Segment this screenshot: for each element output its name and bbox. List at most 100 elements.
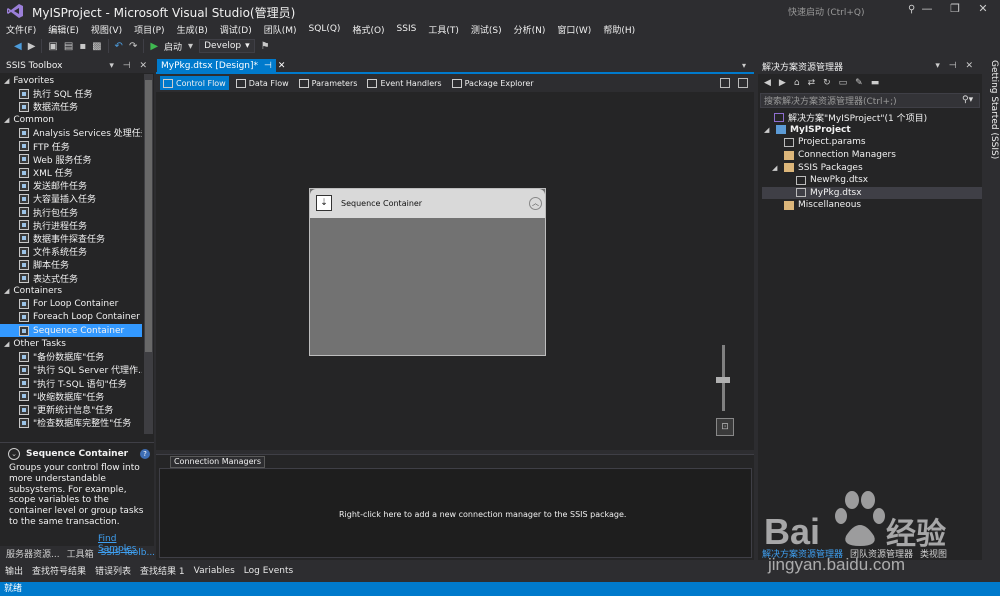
toolbox-item[interactable]: "检查数据库完整性"任务 (0, 416, 142, 429)
forward-icon[interactable]: ▶ (779, 78, 786, 88)
toolbox-item[interactable]: 数据流任务 (0, 100, 142, 113)
menu-team[interactable]: 团队(M) (264, 23, 297, 36)
new-project-icon[interactable]: ▣ (48, 41, 57, 52)
tree-item-solution[interactable]: 解决方案"MyISProject"(1 个项目) (762, 111, 982, 124)
expanded-triangle-icon[interactable]: ◢ (772, 164, 780, 172)
tab-event-handlers[interactable]: Event Handlers (364, 76, 444, 90)
help-icon[interactable]: ? (140, 449, 150, 459)
show-all-files-icon[interactable]: ▬ (871, 78, 880, 88)
collapse-chevron-icon[interactable]: ⌄ (8, 448, 20, 460)
tree-item-project[interactable]: ◢ MyISProject (762, 124, 982, 137)
home-icon[interactable]: ⌂ (794, 78, 800, 88)
toolbox-item[interactable]: XML 任务 (0, 166, 142, 179)
sequence-container[interactable]: ⇣ Sequence Container ︿ (309, 188, 546, 356)
menu-test[interactable]: 测试(S) (471, 23, 502, 36)
category-containers[interactable]: ◢ Containers (0, 285, 142, 298)
toolbox-item[interactable]: 执行包任务 (0, 206, 142, 219)
panel-pin-close-icons[interactable]: ▾ ⊣ ✕ (109, 61, 150, 71)
tree-item-connection-managers[interactable]: Connection Managers (762, 149, 982, 162)
tab-ssis-toolbox[interactable]: SSIS Toolb... (101, 548, 155, 558)
back-icon[interactable]: ◀ (14, 41, 22, 52)
tab-parameters[interactable]: Parameters (296, 76, 361, 90)
tab-package-explorer[interactable]: Package Explorer (449, 76, 537, 90)
toolbox-item-selected[interactable]: Sequence Container (0, 324, 142, 338)
expanded-triangle-icon[interactable]: ◢ (764, 126, 772, 134)
toolbox-item[interactable]: "备份数据库"任务 (0, 350, 142, 363)
refresh-icon[interactable]: ↻ (823, 78, 831, 88)
menu-sql[interactable]: SQL(Q) (309, 24, 341, 34)
back-icon[interactable]: ◀ (764, 78, 771, 88)
close-button[interactable]: ✕ (972, 2, 994, 18)
tree-item-newpkg[interactable]: NewPkg.dtsx (762, 174, 982, 187)
solution-explorer-search[interactable]: 搜索解决方案资源管理器(Ctrl+;) (760, 93, 980, 108)
save-icon[interactable]: ▪ (79, 41, 86, 52)
toolbox-item[interactable]: "更新统计信息"任务 (0, 403, 142, 416)
toolbox-item[interactable]: FTP 任务 (0, 140, 142, 153)
start-button[interactable]: 启动 (164, 40, 182, 53)
toolbox-item[interactable]: For Loop Container (0, 298, 142, 311)
toolbox-item[interactable]: 大容量插入任务 (0, 192, 142, 205)
toolbox-item[interactable]: "收缩数据库"任务 (0, 390, 142, 403)
tab-list-dropdown-icon[interactable]: ▾ (742, 61, 746, 70)
start-dropdown-icon[interactable]: ▾ (188, 41, 193, 52)
sequence-container-header[interactable]: ⇣ Sequence Container ︿ (310, 189, 545, 218)
menu-file[interactable]: 文件(F) (6, 23, 36, 36)
toolbox-item[interactable]: 发送邮件任务 (0, 179, 142, 192)
start-play-icon[interactable]: ▶ (150, 41, 158, 52)
close-tab-icon[interactable]: ✕ (278, 61, 286, 71)
collapse-all-icon[interactable]: ▭ (839, 78, 848, 88)
menu-project[interactable]: 项目(P) (134, 23, 164, 36)
menu-edit[interactable]: 编辑(E) (48, 23, 79, 36)
menu-window[interactable]: 窗口(W) (557, 23, 591, 36)
tree-item-project-params[interactable]: Project.params (762, 136, 982, 149)
tab-getting-started[interactable]: Getting Started (SSIS) (989, 60, 999, 159)
tree-item-ssis-packages[interactable]: ◢ SSIS Packages (762, 161, 982, 174)
menu-debug[interactable]: 调试(D) (220, 23, 252, 36)
undo-icon[interactable]: ↶ (115, 41, 123, 52)
tab-control-flow[interactable]: Control Flow (160, 76, 229, 90)
toolbox-item[interactable]: 数据事件探查任务 (0, 232, 142, 245)
quick-launch-input[interactable]: 快速启动 (Ctrl+Q) (788, 5, 918, 18)
toolbox-toggle-icon[interactable] (738, 78, 748, 88)
tree-item-mypkg[interactable]: MyPkg.dtsx (762, 186, 982, 200)
toolbox-item[interactable]: "执行 T-SQL 语句"任务 (0, 377, 142, 390)
redo-icon[interactable]: ↷ (129, 41, 137, 52)
search-icon[interactable]: ⚲ (908, 4, 915, 15)
toolbox-item[interactable]: 表达式任务 (0, 271, 142, 285)
toolbox-item[interactable]: "执行 SQL Server 代理作... (0, 363, 142, 376)
pin-icon[interactable]: ⊣ (264, 61, 272, 71)
panel-pin-close-icons[interactable]: ▾ ⊣ ✕ (935, 61, 976, 71)
toolbox-item[interactable]: 脚本任务 (0, 258, 142, 271)
toolbox-scrollbar-thumb[interactable] (145, 80, 152, 352)
category-common[interactable]: ◢ Common (0, 113, 142, 126)
category-other-tasks[interactable]: ◢ Other Tasks (0, 337, 142, 350)
toolbox-item[interactable]: 执行 SQL 任务 (0, 87, 142, 100)
tab-connection-managers[interactable]: Connection Managers (170, 456, 265, 468)
menu-analyze[interactable]: 分析(N) (514, 23, 546, 36)
menu-view[interactable]: 视图(V) (91, 23, 122, 36)
maximize-button[interactable]: ❐ (944, 2, 966, 18)
menu-build[interactable]: 生成(B) (177, 23, 208, 36)
tab-toolbox[interactable]: 工具箱 (67, 547, 94, 560)
toolbox-item[interactable]: Analysis Services 处理任务 (0, 126, 142, 139)
toolbox-item[interactable]: Foreach Loop Container (0, 311, 142, 324)
collapse-chevron-up-icon[interactable]: ︿ (529, 197, 542, 210)
tab-error-list[interactable]: 错误列表 (95, 564, 131, 577)
toolbox-item[interactable]: 文件系统任务 (0, 245, 142, 258)
toolbox-item[interactable]: 执行进程任务 (0, 219, 142, 232)
save-all-icon[interactable]: ▩ (92, 41, 101, 52)
menu-ssis[interactable]: SSIS (397, 24, 417, 34)
forward-icon[interactable]: ▶ (28, 41, 36, 52)
tab-output[interactable]: 输出 (5, 564, 23, 577)
toolbox-item[interactable]: Web 服务任务 (0, 153, 142, 166)
category-favorites[interactable]: ◢ Favorites (0, 74, 142, 87)
tree-item-miscellaneous[interactable]: Miscellaneous (762, 199, 982, 212)
variables-icon[interactable] (720, 78, 730, 88)
tab-log-events[interactable]: Log Events (244, 566, 293, 576)
menu-format[interactable]: 格式(O) (352, 23, 384, 36)
tab-find-results-1[interactable]: 查找结果 1 (140, 564, 185, 577)
open-file-icon[interactable]: ▤ (64, 41, 73, 52)
attach-icon[interactable]: ⚑ (261, 41, 270, 52)
tab-data-flow[interactable]: Data Flow (233, 76, 292, 90)
tab-variables[interactable]: Variables (194, 566, 235, 576)
